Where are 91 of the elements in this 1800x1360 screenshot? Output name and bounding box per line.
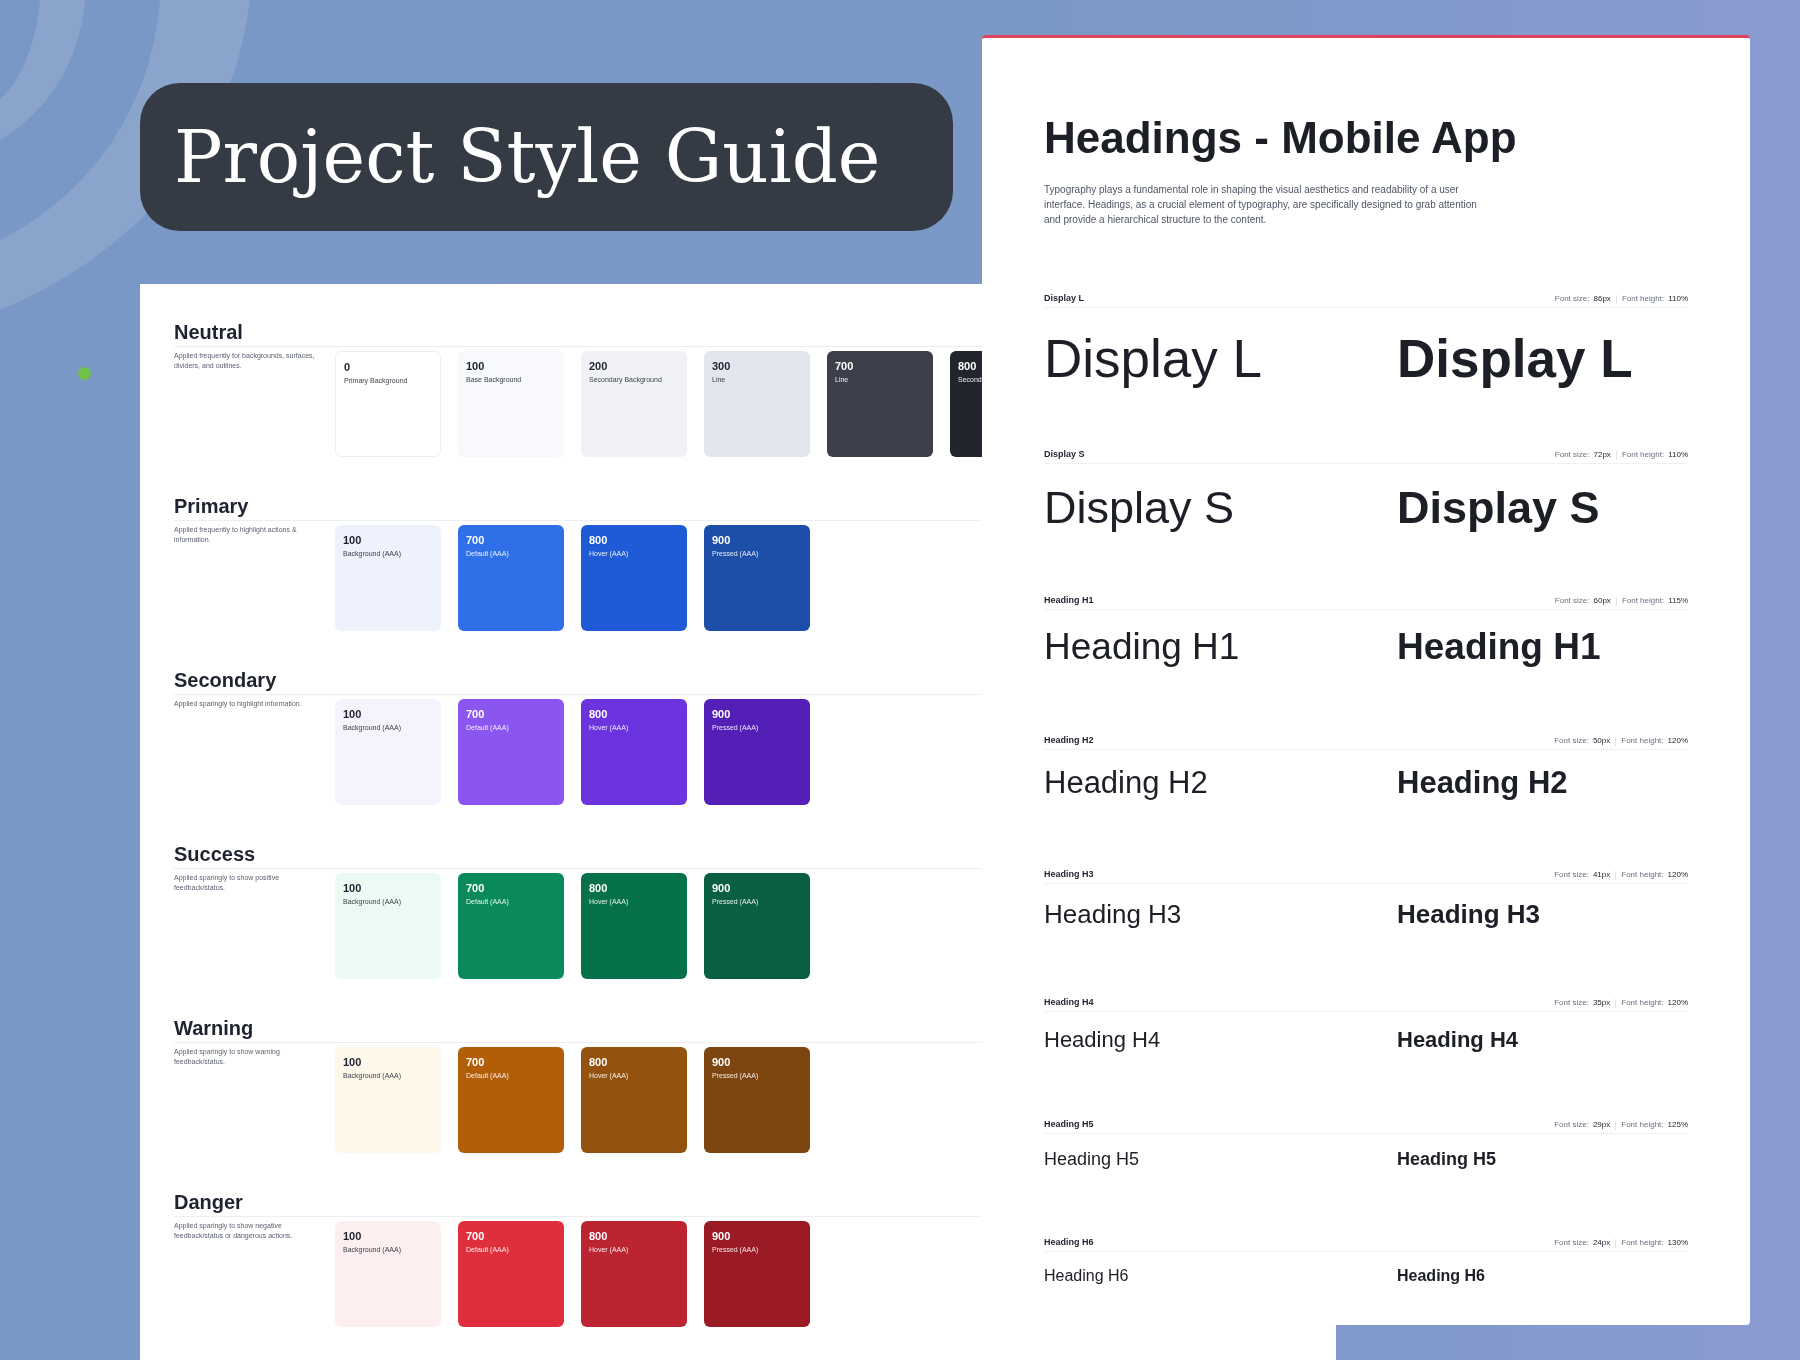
bold-sample: Display L bbox=[1397, 328, 1634, 390]
font-size-value: 86px bbox=[1593, 293, 1611, 305]
swatch-value: 0 bbox=[344, 360, 352, 374]
section-title: Danger bbox=[174, 1190, 243, 1215]
font-height-value: 110% bbox=[1668, 449, 1688, 461]
style-label: Display S bbox=[1044, 448, 1085, 462]
font-size-label: Font size: bbox=[1554, 1237, 1589, 1249]
font-height-value: 120% bbox=[1667, 869, 1688, 881]
swatch-value: 100 bbox=[343, 707, 363, 721]
panel-description: Typography plays a fundamental role in shaping the visual aesthetics and readability of a user interface. Headings, as a crucial element of typography, are specifically designed to grab attention and provide a hierarchical structure to the content. bbox=[1044, 183, 1478, 227]
regular-sample: Display S bbox=[1044, 481, 1236, 535]
regular-sample: Heading H4 bbox=[1044, 1026, 1162, 1054]
section-title: Warning bbox=[174, 1016, 254, 1041]
font-height-value: 115% bbox=[1668, 595, 1688, 607]
swatch-value: 800 bbox=[589, 881, 609, 895]
section-title: Secondary bbox=[174, 668, 277, 693]
swatch-value: 700 bbox=[466, 533, 486, 547]
style-label: Heading H4 bbox=[1044, 996, 1094, 1010]
swatch-value: 100 bbox=[343, 1055, 363, 1069]
regular-sample: Heading H1 bbox=[1044, 625, 1241, 669]
font-height-value: 120% bbox=[1667, 997, 1688, 1009]
font-size-label: Font size: bbox=[1554, 293, 1590, 305]
font-height-label: Font height: bbox=[1621, 869, 1664, 881]
swatch-value: 700 bbox=[466, 1229, 486, 1243]
panel-title: Headings - Mobile App bbox=[1044, 112, 1518, 164]
swatch-value: 700 bbox=[466, 1055, 486, 1069]
font-size-value: 50px bbox=[1592, 735, 1611, 747]
style-label: Display L bbox=[1044, 292, 1084, 306]
swatch-value: 900 bbox=[712, 881, 732, 895]
font-height-value: 130% bbox=[1667, 1237, 1688, 1249]
swatch-value: 700 bbox=[835, 359, 855, 373]
swatch-value: 900 bbox=[712, 1055, 732, 1069]
bold-sample: Display S bbox=[1397, 481, 1601, 535]
font-size-value: 41px bbox=[1592, 869, 1611, 881]
font-size-label: Font size: bbox=[1554, 595, 1590, 607]
regular-sample: Heading H3 bbox=[1044, 898, 1183, 931]
regular-sample: Display L bbox=[1044, 328, 1263, 390]
font-size-label: Font size: bbox=[1554, 869, 1589, 881]
section-title: Neutral bbox=[174, 320, 243, 345]
swatch-value: 900 bbox=[712, 707, 732, 721]
font-size-value: 35px bbox=[1592, 997, 1611, 1009]
swatch-value: 100 bbox=[343, 1229, 363, 1243]
swatch-value: 200 bbox=[589, 359, 609, 373]
swatch-value: 800 bbox=[589, 533, 609, 547]
font-height-label: Font height: bbox=[1621, 1237, 1664, 1249]
bold-sample: Heading H4 bbox=[1397, 1026, 1520, 1054]
bold-sample: Heading H6 bbox=[1397, 1266, 1486, 1286]
font-size-value: 60px bbox=[1593, 595, 1611, 607]
font-size-label: Font size: bbox=[1554, 997, 1589, 1009]
swatch-value: 100 bbox=[343, 533, 363, 547]
swatch-value: 800 bbox=[589, 1055, 609, 1069]
style-label: Heading H1 bbox=[1044, 594, 1094, 608]
swatch-value: 100 bbox=[466, 359, 486, 373]
regular-sample: Heading H5 bbox=[1044, 1148, 1141, 1171]
style-label: Heading H5 bbox=[1044, 1118, 1094, 1132]
section-title: Primary bbox=[174, 494, 249, 519]
font-size-value: 24px bbox=[1592, 1237, 1611, 1249]
style-label: Heading H2 bbox=[1044, 734, 1094, 748]
bold-sample: Heading H5 bbox=[1397, 1148, 1498, 1171]
swatch-value: 700 bbox=[466, 881, 486, 895]
font-size-label: Font size: bbox=[1554, 735, 1589, 747]
font-height-label: Font height: bbox=[1621, 293, 1665, 305]
font-size-value: 29px bbox=[1592, 1119, 1611, 1131]
font-height-value: 120% bbox=[1667, 735, 1688, 747]
font-height-label: Font height: bbox=[1621, 997, 1664, 1009]
swatch-value: 800 bbox=[589, 707, 609, 721]
page-title: Project Style Guide bbox=[174, 114, 881, 201]
font-height-value: 110% bbox=[1668, 293, 1688, 305]
font-height-label: Font height: bbox=[1621, 735, 1664, 747]
swatch-value: 900 bbox=[712, 533, 732, 547]
font-height-label: Font height: bbox=[1621, 449, 1665, 461]
font-height-label: Font height: bbox=[1621, 595, 1665, 607]
swatch-value: 100 bbox=[343, 881, 363, 895]
swatch-value: 800 bbox=[589, 1229, 609, 1243]
font-size-value: 72px bbox=[1593, 449, 1611, 461]
regular-sample: Heading H6 bbox=[1044, 1266, 1130, 1286]
swatch-value: 300 bbox=[712, 359, 732, 373]
regular-sample: Heading H2 bbox=[1044, 764, 1209, 802]
style-label: Heading H6 bbox=[1044, 1236, 1094, 1250]
bold-sample: Heading H2 bbox=[1397, 764, 1569, 802]
section-title: Success bbox=[174, 842, 256, 867]
font-height-value: 125% bbox=[1667, 1119, 1688, 1131]
font-size-label: Font size: bbox=[1554, 1119, 1589, 1131]
font-height-label: Font height: bbox=[1621, 1119, 1664, 1131]
font-size-label: Font size: bbox=[1554, 449, 1590, 461]
bold-sample: Heading H1 bbox=[1397, 625, 1602, 669]
style-label: Heading H3 bbox=[1044, 868, 1094, 882]
swatch-value: 900 bbox=[712, 1229, 732, 1243]
swatch-value: 700 bbox=[466, 707, 486, 721]
bold-sample: Heading H3 bbox=[1397, 898, 1542, 931]
swatch-value: 800 bbox=[958, 359, 978, 373]
